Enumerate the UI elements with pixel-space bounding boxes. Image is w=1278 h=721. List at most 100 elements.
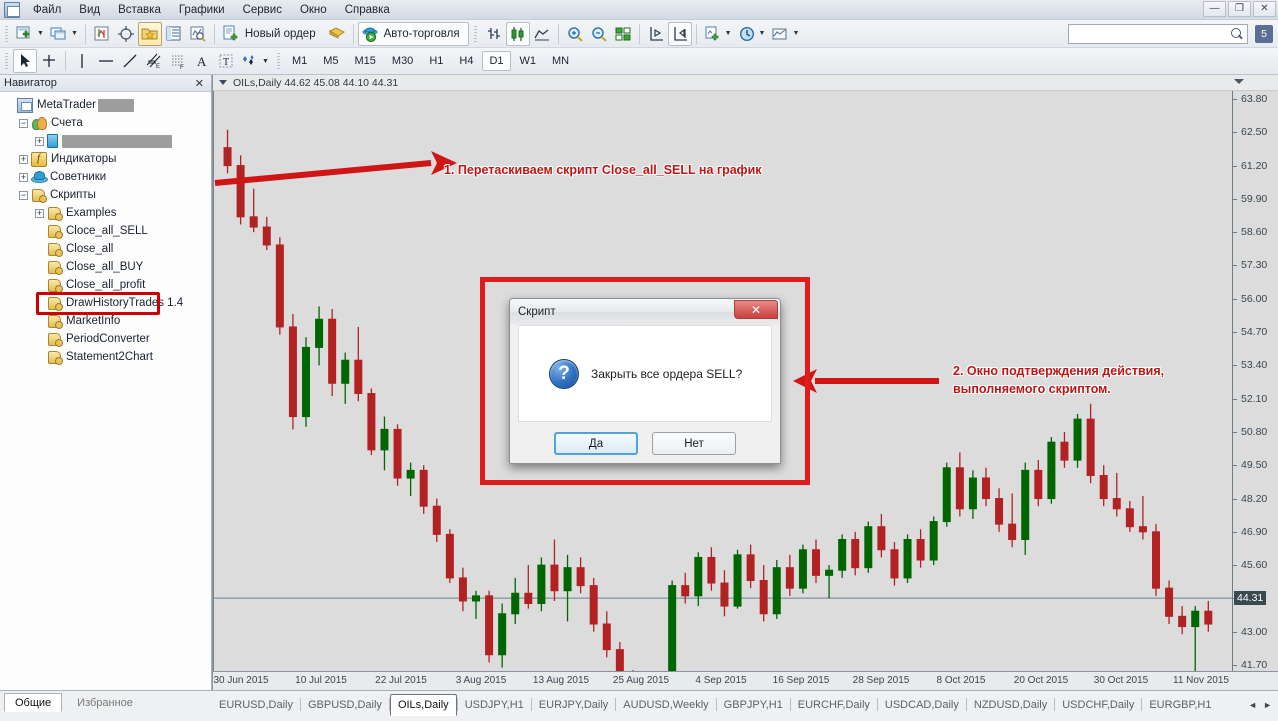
equidistant-channel-button[interactable]: E — [142, 49, 166, 73]
text-label-button[interactable]: T — [214, 49, 238, 73]
timeframe-button-mn[interactable]: MN — [545, 51, 576, 71]
tree-expander[interactable]: + — [35, 208, 44, 218]
cursor-button[interactable] — [13, 49, 37, 73]
autotrading-button[interactable]: Авто-торговля — [357, 21, 469, 46]
scroll-right-icon[interactable]: ► — [1263, 700, 1272, 710]
tree-node--[interactable]: − Счета — [5, 114, 211, 132]
navigator-tab-общие[interactable]: Общие — [4, 693, 63, 712]
period-button[interactable]: ▼ — [735, 22, 769, 46]
dialog-yes-button[interactable]: Да — [554, 432, 638, 455]
vertical-line-button[interactable] — [70, 49, 94, 73]
menu-item-0[interactable]: Файл — [24, 2, 70, 18]
chevron-down-icon[interactable]: ▼ — [262, 58, 269, 65]
toolbar-grip[interactable] — [471, 23, 479, 44]
candlestick-chart-button[interactable] — [505, 21, 530, 46]
menu-item-2[interactable]: Вставка — [109, 2, 170, 18]
chevron-down-icon[interactable]: ▼ — [71, 30, 78, 37]
search-icon[interactable] — [1229, 26, 1245, 42]
navigator-tab-избранное[interactable]: Избранное — [66, 693, 144, 712]
line-chart-button[interactable] — [530, 22, 554, 46]
maximize-button[interactable]: ❐ — [1228, 1, 1251, 17]
tree-node-close-all[interactable]: Close_all — [5, 240, 211, 258]
chart-shift-button[interactable] — [667, 21, 692, 46]
timeframe-button-h1[interactable]: H1 — [422, 51, 450, 71]
search-input[interactable] — [1069, 25, 1229, 43]
trendline-button[interactable] — [118, 49, 142, 73]
fibonacci-button[interactable]: F — [166, 49, 190, 73]
tree-node-redacted[interactable]: + — [5, 132, 211, 150]
toolbar-grip[interactable] — [3, 23, 10, 44]
horizontal-line-button[interactable] — [94, 49, 118, 73]
timeframe-button-m15[interactable]: M15 — [348, 51, 383, 71]
tree-node-close-all-buy[interactable]: Close_all_BUY — [5, 258, 211, 276]
tree-node-examples[interactable]: + Examples — [5, 204, 211, 222]
notification-badge[interactable]: 5 — [1255, 25, 1273, 43]
navigator-close-icon[interactable]: ✕ — [192, 77, 207, 90]
tree-node-statement2chart[interactable]: Statement2Chart — [5, 348, 211, 366]
chart-tab-usdcad-daily[interactable]: USDCAD,Daily — [878, 694, 966, 716]
open-orders-button[interactable] — [325, 22, 349, 46]
timeframe-button-h4[interactable]: H4 — [452, 51, 480, 71]
zoom-in-button[interactable] — [563, 22, 587, 46]
data-window-button[interactable] — [162, 22, 186, 46]
chart-tab-gbpusd-daily[interactable]: GBPUSD,Daily — [301, 694, 389, 716]
tile-windows-button[interactable]: ▼ — [47, 22, 81, 46]
grid-windows-button[interactable] — [611, 22, 635, 46]
tree-node-root[interactable]: MetaTrader — [5, 96, 211, 114]
tree-expander[interactable]: + — [35, 136, 44, 146]
chart-tab-eurjpy-daily[interactable]: EURJPY,Daily — [532, 694, 616, 716]
chart-tab-usdchf-daily[interactable]: USDCHF,Daily — [1055, 694, 1141, 716]
tree-node--[interactable]: + Индикаторы — [5, 150, 211, 168]
crosshair-button[interactable] — [114, 22, 138, 46]
navigator-button[interactable] — [137, 21, 162, 46]
toolbar-grip[interactable] — [3, 51, 10, 71]
chart-menu-icon[interactable] — [219, 80, 227, 85]
chart-tab-eurgbp-h1[interactable]: EURGBP,H1 — [1142, 694, 1218, 716]
market-watch-button[interactable] — [90, 22, 114, 46]
time-axis[interactable]: 30 Jun 2015 10 Jul 2015 22 Jul 2015 3 Aug 2… — [213, 671, 1278, 690]
chart-tab-audusd-weekly[interactable]: AUDUSD,Weekly — [616, 694, 715, 716]
timeframe-button-m1[interactable]: M1 — [285, 51, 314, 71]
tree-node-cloce-all-sell[interactable]: Cloce_all_SELL — [5, 222, 211, 240]
tree-expander[interactable]: + — [19, 172, 28, 182]
tree-expander[interactable]: − — [19, 190, 28, 200]
chart-tab-eurchf-daily[interactable]: EURCHF,Daily — [791, 694, 877, 716]
timeframe-button-d1[interactable]: D1 — [482, 51, 511, 71]
scroll-left-icon[interactable]: ◄ — [1248, 700, 1257, 710]
tree-node-drawhistorytrades-1-4[interactable]: DrawHistoryTrades 1.4 — [5, 294, 211, 312]
tree-expander[interactable]: − — [19, 118, 28, 128]
menu-item-5[interactable]: Окно — [291, 2, 336, 18]
timeframe-button-w1[interactable]: W1 — [513, 51, 544, 71]
crosshair-tool-button[interactable] — [37, 49, 61, 73]
chart-tab-oils-daily[interactable]: OILs,Daily — [389, 694, 457, 716]
toolbar-grip[interactable] — [274, 51, 282, 71]
chart-collapse-icon[interactable] — [1234, 79, 1244, 84]
indicators-button[interactable]: ▼ — [701, 22, 735, 46]
bar-chart-button[interactable] — [482, 22, 506, 46]
menu-item-6[interactable]: Справка — [336, 2, 399, 18]
chart-tab-usdjpy-h1[interactable]: USDJPY,H1 — [458, 694, 531, 716]
auto-scroll-button[interactable] — [644, 22, 668, 46]
chart-tab-nzdusd-daily[interactable]: NZDUSD,Daily — [967, 694, 1054, 716]
minimize-button[interactable]: — — [1203, 1, 1226, 17]
new-order-button[interactable]: Новый ордер — [219, 22, 325, 46]
tree-expander[interactable]: + — [19, 154, 28, 164]
tree-node--[interactable]: + Советники — [5, 168, 211, 186]
text-button[interactable]: A — [190, 49, 214, 73]
menu-item-3[interactable]: Графики — [170, 2, 234, 18]
dialog-close-button[interactable]: ✕ — [734, 300, 778, 319]
chevron-down-icon[interactable]: ▼ — [725, 30, 732, 37]
zoom-out-button[interactable] — [587, 22, 611, 46]
tree-node--[interactable]: − Скрипты — [5, 186, 211, 204]
chevron-down-icon[interactable]: ▼ — [759, 30, 766, 37]
tree-node-periodconverter[interactable]: PeriodConverter — [5, 330, 211, 348]
close-button[interactable]: ✕ — [1253, 1, 1276, 17]
price-axis[interactable]: 63.80 62.50 61.20 59.90 58.60 57.30 56.00 54.70… — [1232, 91, 1278, 671]
menu-item-1[interactable]: Вид — [70, 2, 109, 18]
dialog-no-button[interactable]: Нет — [652, 432, 736, 455]
shapes-button[interactable]: ▼ — [238, 49, 272, 73]
search-box[interactable] — [1068, 24, 1248, 44]
tree-node-close-all-profit[interactable]: Close_all_profit — [5, 276, 211, 294]
timeframe-button-m30[interactable]: M30 — [385, 51, 420, 71]
new-chart-button[interactable]: ▼ — [13, 22, 47, 46]
